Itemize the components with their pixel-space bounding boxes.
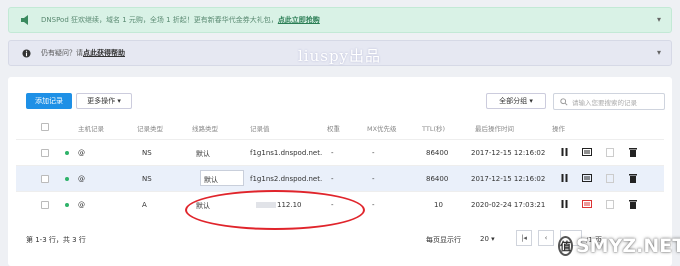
watermark: liuspy出品 bbox=[298, 47, 382, 65]
host-cell: @ bbox=[78, 201, 85, 209]
time-cell: 2020-02-24 17:03:21 bbox=[471, 201, 546, 209]
ttl-cell: 86400 bbox=[426, 175, 449, 183]
line-cell: 默认 bbox=[196, 150, 210, 158]
row-checkbox[interactable] bbox=[41, 201, 49, 209]
col-type: 记录类型 bbox=[137, 125, 163, 133]
col-time: 最后操作时间 bbox=[475, 125, 514, 133]
mx-cell: - bbox=[372, 149, 375, 157]
chevron-down-icon[interactable]: ▾ bbox=[657, 15, 661, 24]
pause-icon[interactable] bbox=[559, 173, 569, 183]
type-cell: A bbox=[142, 201, 147, 209]
remark-icon[interactable] bbox=[582, 173, 592, 183]
per-page-label: 每页显示行 bbox=[426, 236, 461, 244]
col-ttl: TTL(秒) bbox=[422, 125, 446, 133]
line-select[interactable]: 默认 bbox=[200, 170, 244, 186]
time-cell: 2017-12-15 12:16:02 bbox=[471, 175, 546, 183]
status-dot bbox=[65, 203, 69, 207]
copy-icon[interactable] bbox=[605, 147, 615, 157]
prev-page-icon[interactable]: ‹ bbox=[538, 230, 554, 246]
chevron-down-icon[interactable]: ▾ bbox=[657, 48, 661, 57]
row-checkbox[interactable] bbox=[41, 149, 49, 157]
annotation-ellipse bbox=[185, 190, 365, 230]
host-cell: @ bbox=[78, 175, 85, 183]
remark-icon[interactable] bbox=[582, 199, 592, 209]
value-cell: f1g1ns2.dnspod.net. bbox=[250, 175, 323, 183]
speaker-icon bbox=[17, 11, 35, 29]
delete-icon[interactable] bbox=[628, 173, 638, 183]
table-row: @ NS 默认 f1g1ns1.dnspod.net. - - 86400 20… bbox=[16, 139, 664, 165]
type-cell: NS bbox=[142, 149, 152, 157]
site-logo: 值 SMYZ.NET bbox=[558, 226, 680, 266]
time-cell: 2017-12-15 12:16:02 bbox=[471, 149, 546, 157]
status-dot bbox=[65, 177, 69, 181]
mx-cell: - bbox=[372, 201, 375, 209]
search-input[interactable]: 请输入您要搜索的记录 bbox=[553, 93, 665, 110]
delete-icon[interactable] bbox=[628, 199, 638, 209]
col-mx: MX优先级 bbox=[367, 125, 397, 133]
copy-icon[interactable] bbox=[605, 173, 615, 183]
more-actions-button[interactable]: 更多操作 ▾ bbox=[76, 93, 132, 109]
search-icon bbox=[560, 97, 568, 106]
status-dot bbox=[65, 151, 69, 155]
promo-text: DNSPod 狂欢继续，域名 1 元购，全场 1 折起！更有新春华代金券大礼包， bbox=[41, 16, 278, 24]
info-icon bbox=[17, 44, 35, 62]
ttl-cell: 86400 bbox=[426, 149, 449, 157]
copy-icon[interactable] bbox=[605, 199, 615, 209]
col-actions: 操作 bbox=[552, 125, 565, 133]
record-count: 第 1-3 行，共 3 行 bbox=[26, 236, 86, 244]
mx-cell: - bbox=[372, 175, 375, 183]
logo-text: SMYZ.NET bbox=[576, 235, 680, 257]
select-all-checkbox[interactable] bbox=[41, 123, 49, 131]
pause-icon[interactable] bbox=[559, 147, 569, 157]
row-checkbox[interactable] bbox=[41, 175, 49, 183]
logo-badge: 值 bbox=[558, 236, 573, 256]
col-host: 主机记录 bbox=[78, 125, 104, 133]
col-weight: 权重 bbox=[327, 125, 340, 133]
host-cell: @ bbox=[78, 149, 85, 157]
table-row: @ NS 默认 f1g1ns2.dnspod.net. - - 86400 20… bbox=[16, 165, 664, 191]
weight-cell: - bbox=[331, 149, 334, 157]
weight-cell: - bbox=[331, 175, 334, 183]
help-text: 仍有疑问？请 bbox=[41, 49, 83, 57]
value-cell: f1g1ns1.dnspod.net. bbox=[250, 149, 323, 157]
promo-link[interactable]: 点此立即抢购 bbox=[278, 15, 320, 25]
search-placeholder: 请输入您要搜索的记录 bbox=[572, 98, 637, 107]
first-page-icon[interactable]: |◂ bbox=[516, 230, 532, 246]
per-page-select[interactable]: 20 ▾ bbox=[480, 235, 495, 243]
group-filter-button[interactable]: 全部分组 ▾ bbox=[486, 93, 546, 109]
col-value: 记录值 bbox=[250, 125, 270, 133]
help-link[interactable]: 点此获得帮助 bbox=[83, 48, 125, 58]
add-record-button[interactable]: 添加记录 bbox=[26, 93, 72, 109]
col-line: 线路类型 bbox=[192, 125, 218, 133]
pause-icon[interactable] bbox=[559, 199, 569, 209]
delete-icon[interactable] bbox=[628, 147, 638, 157]
ttl-cell: 10 bbox=[434, 201, 443, 209]
promo-banner: DNSPod 狂欢继续，域名 1 元购，全场 1 折起！更有新春华代金券大礼包，… bbox=[8, 7, 672, 33]
type-cell: NS bbox=[142, 175, 152, 183]
remark-icon[interactable] bbox=[582, 147, 592, 157]
